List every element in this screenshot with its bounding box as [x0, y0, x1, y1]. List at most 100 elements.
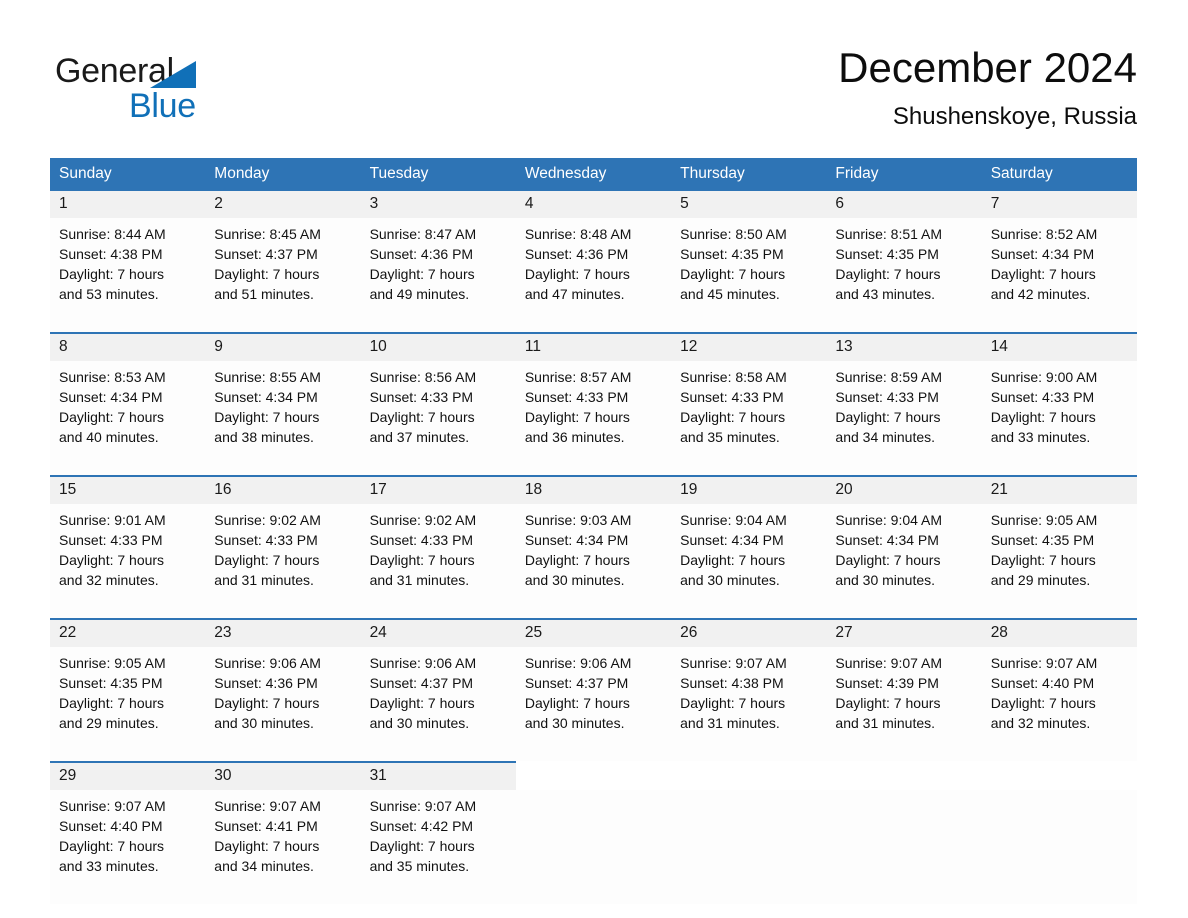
logo-text-blue: Blue [129, 87, 196, 125]
weekday-header-thursday: Thursday [671, 158, 827, 191]
logo-triangle-icon [150, 61, 196, 88]
week-row: 15 16 17 18 19 20 21 Sunrise: 9:01 AM Su… [50, 475, 1137, 619]
daylight-text: Daylight: 7 hours [59, 266, 165, 282]
daylight-text-cont: and 30 minutes. [524, 715, 625, 731]
weekday-header-friday: Friday [826, 158, 982, 191]
daylight-text: Daylight: 7 hours [214, 695, 320, 711]
week-row: 29 30 31 Sunrise: 9:07 AM Sunset: 4:40 P… [50, 761, 1137, 904]
day-number-empty [671, 761, 827, 790]
sunrise-text: Sunrise: 9:07 AM [214, 798, 321, 814]
daylight-text: Daylight: 7 hours [835, 695, 941, 711]
sunrise-text: Sunrise: 9:05 AM [990, 512, 1098, 528]
page-header: General Blue December 2024 Shushenskoye,… [50, 42, 1137, 150]
day-cell: Sunrise: 8:44 AM Sunset: 4:38 PM Dayligh… [50, 218, 206, 333]
daylight-text-cont: and 53 minutes. [59, 286, 159, 302]
day-cell-empty [981, 790, 1137, 904]
sunset-text: Sunset: 4:34 PM [214, 389, 318, 405]
sunset-text: Sunset: 4:36 PM [524, 246, 629, 262]
day-cell: Sunrise: 9:07 AM Sunset: 4:42 PM Dayligh… [360, 790, 516, 904]
day-number-row: 29 30 31 [50, 761, 1137, 790]
day-number: 4 [515, 191, 672, 218]
sunrise-text: Sunrise: 9:01 AM [59, 512, 166, 528]
day-number-row: 15 16 17 18 19 20 21 [50, 475, 1137, 504]
daylight-text: Daylight: 7 hours [680, 695, 786, 711]
page-title: December 2024 [838, 44, 1137, 91]
sunrise-text: Sunrise: 8:44 AM [59, 226, 166, 242]
sunrise-text: Sunrise: 8:47 AM [369, 226, 477, 242]
weekday-header-tuesday: Tuesday [360, 158, 516, 191]
daylight-text: Daylight: 7 hours [680, 409, 786, 425]
week-row: 1 2 3 4 5 6 7 Sunrise: 8:44 AM Sunset: 4… [50, 191, 1137, 333]
daylight-text-cont: and 42 minutes. [990, 286, 1091, 302]
day-number: 28 [981, 618, 1137, 647]
daylight-text: Daylight: 7 hours [59, 695, 165, 711]
sunrise-text: Sunrise: 9:06 AM [369, 655, 477, 671]
day-number: 3 [360, 191, 516, 218]
day-cell: Sunrise: 8:59 AM Sunset: 4:33 PM Dayligh… [826, 361, 982, 476]
calendar-page: General Blue December 2024 Shushenskoye,… [0, 0, 1188, 918]
daylight-text: Daylight: 7 hours [680, 266, 786, 282]
daylight-text-cont: and 31 minutes. [680, 715, 780, 731]
daylight-text: Daylight: 7 hours [59, 552, 165, 568]
daylight-text: Daylight: 7 hours [59, 838, 165, 854]
daylight-text: Daylight: 7 hours [214, 409, 320, 425]
sunset-text: Sunset: 4:38 PM [59, 246, 163, 262]
sunset-text: Sunset: 4:34 PM [680, 532, 784, 548]
daylight-text-cont: and 49 minutes. [369, 286, 470, 302]
daylight-text-cont: and 30 minutes. [524, 572, 625, 588]
general-blue-logo: General Blue [55, 52, 355, 142]
title-block: December 2024 Shushenskoye, Russia [838, 42, 1137, 134]
week-row: 22 23 24 25 26 27 28 Sunrise: 9:05 AM Su… [50, 618, 1137, 762]
daylight-text-cont: and 31 minutes. [835, 715, 936, 731]
day-number: 22 [50, 618, 206, 647]
sunset-text: Sunset: 4:33 PM [214, 532, 318, 548]
daylight-text-cont: and 29 minutes. [59, 715, 159, 731]
sunset-text: Sunset: 4:34 PM [990, 246, 1095, 262]
sunset-text: Sunset: 4:34 PM [835, 532, 939, 548]
weekday-header-monday: Monday [205, 158, 361, 191]
sunrise-text: Sunrise: 9:00 AM [990, 369, 1098, 385]
sunset-text: Sunset: 4:36 PM [369, 246, 474, 262]
day-number-row: 1 2 3 4 5 6 7 [50, 191, 1137, 218]
sunset-text: Sunset: 4:35 PM [59, 675, 163, 691]
day-cell: Sunrise: 9:07 AM Sunset: 4:40 PM Dayligh… [981, 647, 1137, 762]
sunrise-text: Sunrise: 8:52 AM [990, 226, 1098, 242]
sunset-text: Sunset: 4:37 PM [524, 675, 629, 691]
day-cell: Sunrise: 9:02 AM Sunset: 4:33 PM Dayligh… [205, 504, 361, 619]
sunrise-text: Sunrise: 9:03 AM [524, 512, 632, 528]
sunset-text: Sunset: 4:38 PM [680, 675, 784, 691]
day-number: 18 [515, 475, 672, 504]
day-number: 24 [360, 618, 516, 647]
sunset-text: Sunset: 4:34 PM [524, 532, 629, 548]
day-number-row: 22 23 24 25 26 27 28 [50, 618, 1137, 647]
day-number: 1 [50, 191, 206, 218]
daylight-text-cont: and 34 minutes. [835, 429, 936, 445]
daylight-text-cont: and 51 minutes. [214, 286, 314, 302]
sunrise-text: Sunrise: 9:07 AM [59, 798, 166, 814]
daylight-text: Daylight: 7 hours [835, 409, 941, 425]
sunrise-text: Sunrise: 8:53 AM [59, 369, 166, 385]
day-number: 14 [981, 332, 1137, 361]
daylight-text-cont: and 30 minutes. [680, 572, 780, 588]
daylight-text: Daylight: 7 hours [524, 695, 630, 711]
day-cell: Sunrise: 9:07 AM Sunset: 4:38 PM Dayligh… [671, 647, 827, 762]
weekday-header-wednesday: Wednesday [515, 158, 672, 191]
sunrise-text: Sunrise: 9:04 AM [835, 512, 943, 528]
day-cell: Sunrise: 9:04 AM Sunset: 4:34 PM Dayligh… [671, 504, 827, 619]
daylight-text: Daylight: 7 hours [369, 409, 475, 425]
day-cell: Sunrise: 9:06 AM Sunset: 4:36 PM Dayligh… [205, 647, 361, 762]
daylight-text-cont: and 35 minutes. [369, 858, 470, 874]
day-number: 13 [826, 332, 982, 361]
sunset-text: Sunset: 4:36 PM [214, 675, 318, 691]
daylight-text: Daylight: 7 hours [214, 552, 320, 568]
day-number-row: 8 9 10 11 12 13 14 [50, 332, 1137, 361]
sunset-text: Sunset: 4:33 PM [369, 532, 474, 548]
sunset-text: Sunset: 4:37 PM [214, 246, 318, 262]
day-cell-empty [671, 790, 827, 904]
sunset-text: Sunset: 4:41 PM [214, 818, 318, 834]
day-number: 23 [205, 618, 361, 647]
daylight-text-cont: and 34 minutes. [214, 858, 314, 874]
daylight-text-cont: and 35 minutes. [680, 429, 780, 445]
day-number: 2 [205, 191, 361, 218]
day-cell: Sunrise: 8:45 AM Sunset: 4:37 PM Dayligh… [205, 218, 361, 333]
